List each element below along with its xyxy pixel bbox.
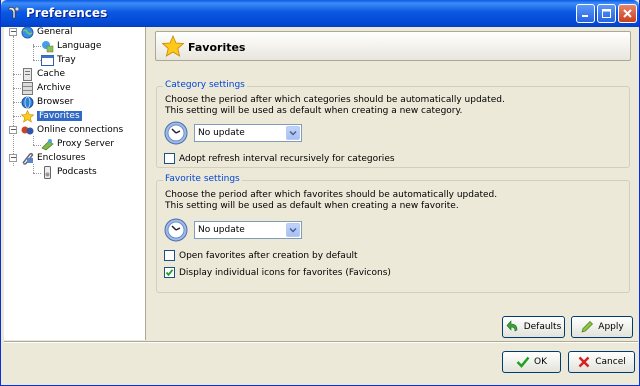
tree-item-language[interactable]: Language [41, 39, 101, 53]
browser-icon [21, 96, 34, 108]
close-icon [623, 9, 632, 18]
tree-item-label: Cache [37, 69, 65, 79]
tree-item-archive[interactable]: Archive [21, 81, 71, 95]
checkmark-icon [516, 356, 530, 368]
favorite-description-2: This setting will be used as default whe… [165, 201, 459, 211]
tree-item-label: Podcasts [57, 167, 97, 177]
tree-item-favorites[interactable]: Favorites [21, 109, 82, 123]
tree-item-podcasts[interactable]: Podcasts [41, 165, 97, 179]
maximize-button[interactable] [597, 4, 616, 23]
minimize-button[interactable] [576, 4, 595, 23]
checkbox-label: Open favorites after creation by default [179, 250, 358, 261]
tree-item-label: Enclosures [37, 153, 86, 163]
expander-general[interactable]: − [9, 28, 17, 36]
defaults-button[interactable]: Defaults [502, 316, 565, 338]
minimize-icon [582, 15, 588, 17]
undo-icon [506, 320, 518, 332]
favorite-period-select[interactable]: No update [194, 221, 302, 239]
tree-item-label: Language [57, 41, 102, 51]
page-header: Favorites [155, 31, 631, 61]
tray-icon [41, 54, 54, 66]
tree-item-general[interactable]: General [21, 25, 72, 39]
selected-value: No update [198, 225, 245, 235]
category-description-2: This setting will be used as default whe… [165, 106, 463, 116]
category-period-select[interactable]: No update [194, 124, 302, 142]
checkbox-box[interactable] [164, 267, 175, 278]
favorite-settings-group: Favorite settings Choose the period afte… [156, 174, 630, 293]
display-favicons-checkbox[interactable]: Display individual icons for favorites (… [164, 266, 391, 279]
expander-online-connections[interactable]: − [9, 126, 17, 134]
checkbox-box[interactable] [164, 250, 175, 261]
enclosure-icon [22, 152, 34, 165]
group-title: Category settings [163, 80, 247, 90]
star-icon [21, 109, 34, 123]
cancel-button[interactable]: Cancel [568, 351, 635, 373]
group-title: Favorite settings [163, 174, 242, 184]
footer-divider [4, 341, 638, 343]
tree-item-online-connections[interactable]: Online connections [21, 123, 123, 137]
favorite-description-1: Choose the period after which favorites … [165, 190, 498, 200]
open-favorites-checkbox[interactable]: Open favorites after creation by default [164, 249, 358, 262]
globe-icon [21, 26, 34, 38]
category-settings-group: Category settings Choose the period afte… [156, 80, 630, 168]
expander-enclosures[interactable]: − [9, 154, 17, 162]
button-label: Cancel [595, 357, 626, 367]
tree-item-label: General [37, 27, 73, 37]
tree-item-proxy-server[interactable]: Proxy Server [41, 137, 114, 151]
checkbox-box[interactable] [164, 153, 175, 164]
tree-item-tray[interactable]: Tray [41, 53, 76, 67]
tree-item-enclosures[interactable]: Enclosures [21, 151, 85, 165]
tree-item-label: Online connections [37, 125, 124, 135]
pencil-icon [581, 321, 594, 333]
button-label: OK [534, 357, 547, 367]
cache-icon [23, 67, 32, 81]
tree-item-label: Proxy Server [57, 139, 115, 149]
language-icon [42, 40, 54, 52]
button-label: Apply [598, 322, 624, 332]
title-bar[interactable]: Preferences [1, 0, 639, 27]
preferences-window: Preferences − − − General Language Tray … [0, 0, 640, 386]
tree-item-label: Archive [37, 83, 71, 93]
tree-item-label: Browser [37, 97, 74, 107]
chevron-down-icon[interactable] [286, 126, 300, 140]
checkbox-label: Adopt refresh interval recursively for c… [179, 153, 395, 164]
tree-item-cache[interactable]: Cache [21, 67, 65, 81]
apply-button[interactable]: Apply [571, 316, 633, 338]
checkbox-label: Display individual icons for favorites (… [179, 267, 391, 278]
clock-icon [164, 121, 188, 145]
tree-item-browser[interactable]: Browser [21, 95, 73, 109]
proxy-icon [41, 138, 54, 150]
settings-panel: Favorites Category settings Choose the p… [147, 27, 639, 340]
podcast-icon [44, 165, 51, 179]
ok-button[interactable]: OK [502, 351, 561, 373]
app-icon [8, 6, 20, 19]
adopt-interval-checkbox[interactable]: Adopt refresh interval recursively for c… [164, 152, 395, 165]
page-title: Favorites [188, 41, 246, 54]
chevron-down-icon[interactable] [286, 223, 300, 237]
cross-icon [578, 356, 590, 368]
clock-icon [164, 218, 188, 242]
tree-item-label: Tray [57, 55, 76, 65]
category-description-1: Choose the period after which categories… [165, 95, 505, 105]
star-icon [162, 35, 184, 57]
close-button[interactable] [618, 4, 637, 23]
archive-icon [22, 81, 33, 95]
window-title: Preferences [26, 6, 108, 20]
selected-value: No update [198, 128, 245, 138]
checkmark-icon [165, 269, 174, 277]
tree-item-label: Favorites [37, 111, 82, 121]
maximize-icon [602, 9, 611, 18]
button-label: Defaults [523, 322, 562, 332]
network-icon [21, 126, 34, 134]
preferences-tree[interactable]: − − − General Language Tray Cache Archiv… [4, 25, 146, 340]
